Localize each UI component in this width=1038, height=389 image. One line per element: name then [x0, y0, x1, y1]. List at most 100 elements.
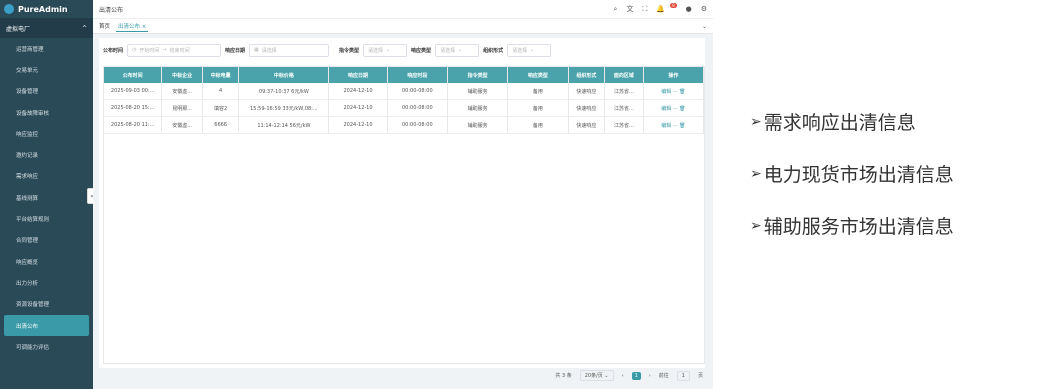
total-count: 共 3 条 [555, 373, 572, 379]
resp-date-picker[interactable]: ▦ 请选择 [249, 43, 330, 57]
avatar[interactable]: ● [686, 5, 692, 13]
table-cell: 6666 [203, 117, 240, 133]
row-actions[interactable]: 编辑 ··· 🗑 [644, 83, 704, 99]
sidebar-item[interactable]: 出清公布 [4, 314, 89, 337]
sidebar-item[interactable]: 合同管理 [0, 230, 93, 251]
top-icons: ⌕ 文 ⛶ 🔔 9 ● ⚙ [614, 2, 707, 14]
end-time-placeholder: 结束时间 [169, 47, 190, 54]
sidebar-item[interactable]: 交易单元 [0, 59, 93, 80]
table-row: 2025-08-20 11:... 安徽虚... 6666 11:14-12:14 5… [104, 117, 704, 134]
table-cell: 江苏省... [605, 117, 644, 133]
sidebar-group-label: 虚拟电厂 [6, 25, 31, 33]
table-cell: 2024-12-10 [329, 117, 388, 133]
row-actions[interactable]: 编辑 ··· 🗑 [644, 100, 704, 116]
bullet-item: ➢ 电力现货市场出清信息 [750, 160, 954, 187]
sidebar-item[interactable]: 响应监控 [0, 123, 93, 144]
page-size-select[interactable]: 20条/页 ⌄ [579, 370, 614, 381]
goto-unit: 页 [697, 373, 703, 379]
sidebar-item[interactable]: 响应概览 [0, 251, 93, 272]
table-cell: 2025-08-20 15:... [104, 100, 163, 116]
table-cell: 00:00-08:00 [388, 100, 448, 116]
column-header: 中标企业 [162, 67, 203, 83]
org-form-select[interactable]: 请选择 ⌄ [507, 43, 552, 57]
table-body: 2025-09-03 00:... 安徽虚... 4 09:37-10:37 6元/k… [104, 83, 704, 134]
bullet-item: ➢ 辅助服务市场出清信息 [750, 212, 954, 239]
resp-type-placeholder: 请选择 [440, 47, 456, 54]
table-cell: 00:00-08:00 [388, 117, 448, 133]
resp-date-placeholder: 请选择 [261, 47, 277, 54]
publish-time-range[interactable]: ◷ 开始时间 → 结束时间 [127, 43, 222, 57]
chevron-down-icon[interactable]: ⌄ [702, 23, 707, 30]
bullet-item: ➢ 需求响应出清信息 [750, 108, 954, 135]
sidebar-item[interactable]: 邀约记录 [0, 144, 93, 165]
chevron-up-icon: ^ [81, 24, 87, 32]
table-cell: 00:00-08:00 [388, 83, 448, 99]
column-header: 公布时间 [104, 67, 163, 83]
bullet-text: 电力现货市场出清信息 [763, 164, 954, 186]
arrow-icon: ➢ [750, 217, 762, 234]
sidebar-item[interactable]: 平台结算规则 [0, 208, 93, 229]
gear-icon[interactable]: ⚙ [701, 5, 707, 13]
row-actions[interactable]: 编辑 ··· 🗑 [644, 117, 704, 133]
chevron-down-icon: ⌄ [386, 47, 391, 53]
clock-icon: ◷ [132, 47, 137, 53]
sidebar-item[interactable]: 可调能力评估 [0, 336, 93, 357]
table-cell: 2024-12-10 [329, 100, 388, 116]
resp-type-label: 响应类型 [411, 47, 432, 54]
app-logo[interactable]: PureAdmin [0, 0, 93, 18]
table-cell: 辅助服务 [448, 117, 509, 133]
tab-home[interactable]: 首页 [99, 22, 110, 30]
table-cell: 4 [203, 83, 240, 99]
data-table: 公布时间 中标企业 中标电量 中标价格 响应日期 响应时段 指令类型 响应类型 组织形式 面向区域… [103, 66, 705, 364]
pagination: 共 3 条 20条/页 ⌄ ‹ 1 › 前往 1 页 [555, 370, 703, 381]
sidebar: PureAdmin 虚拟电厂 ^ 运营商管理 交易单元 设备管理 设备故障审核 响应监控… [0, 0, 97, 389]
cmd-type-placeholder: 请选择 [368, 47, 384, 54]
sidebar-item[interactable]: 出力分析 [0, 272, 93, 293]
prev-page-icon[interactable]: ‹ [622, 373, 624, 379]
goto-label: 前往 [658, 373, 669, 379]
tab-publish[interactable]: 出清公布 × [116, 21, 149, 32]
column-header: 组织形式 [569, 67, 606, 83]
logo-icon [4, 4, 14, 14]
column-header: 中标电量 [203, 67, 240, 83]
table-row: 2025-09-03 00:... 安徽虚... 4 09:37-10:37 6元/k… [104, 83, 704, 100]
arrow-icon: ➢ [750, 113, 762, 130]
column-header: 指令类型 [448, 67, 509, 83]
sidebar-group-vpp[interactable]: 虚拟电厂 ^ [0, 18, 93, 38]
fullscreen-icon[interactable]: ⛶ [642, 5, 647, 14]
table-cell: 江苏省... [605, 83, 644, 99]
cmd-type-select[interactable]: 请选择 ⌄ [363, 43, 408, 57]
sidebar-item[interactable]: 需求响应 [0, 166, 93, 187]
table-cell: 安徽虚... [162, 117, 203, 133]
org-form-placeholder: 请选择 [512, 47, 528, 54]
sidebar-item[interactable]: 设备故障审核 [0, 102, 93, 123]
sidebar-item[interactable]: 资源设备管理 [0, 294, 93, 315]
publish-time-label: 公布时间 [103, 47, 124, 54]
goto-input[interactable]: 1 [676, 370, 690, 381]
cmd-type-label: 指令类型 [339, 47, 360, 54]
resp-type-select[interactable]: 请选择 ⌄ [435, 43, 480, 57]
column-header: 中标价格 [239, 67, 330, 83]
bullet-text: 辅助服务市场出清信息 [763, 216, 954, 238]
page-size-value: 20条/页 [584, 373, 603, 379]
table-cell: 备用 [508, 117, 569, 133]
chevron-down-icon: ⌄ [530, 47, 535, 53]
search-icon[interactable]: ⌕ [614, 5, 618, 14]
notification-badge: 9 [670, 2, 677, 8]
org-form-label: 组织形式 [483, 47, 504, 54]
table-header: 公布时间 中标企业 中标电量 中标价格 响应日期 响应时段 指令类型 响应类型 组织形式 面向区域… [104, 67, 704, 83]
translate-icon[interactable]: 文 [626, 4, 633, 14]
sidebar-menu: 运营商管理 交易单元 设备管理 设备故障审核 响应监控 邀约记录 需求响应 基线测算 平台结算规… [0, 38, 93, 357]
next-page-icon[interactable]: › [649, 373, 651, 379]
sidebar-item[interactable]: 运营商管理 [0, 38, 93, 59]
start-time-placeholder: 开始时间 [139, 47, 160, 54]
sidebar-item[interactable]: 基线测算 [0, 187, 93, 208]
column-header: 面向区域 [605, 67, 644, 83]
current-page[interactable]: 1 [631, 371, 641, 380]
sidebar-item[interactable]: 设备管理 [0, 81, 93, 102]
table-cell: 11:14-12:14 56元/kW [239, 117, 330, 133]
chevron-down-icon: ⌄ [458, 47, 463, 53]
bell-icon[interactable]: 🔔 [656, 5, 665, 13]
calendar-icon: ▦ [254, 47, 259, 53]
column-header: 操作 [644, 67, 704, 83]
